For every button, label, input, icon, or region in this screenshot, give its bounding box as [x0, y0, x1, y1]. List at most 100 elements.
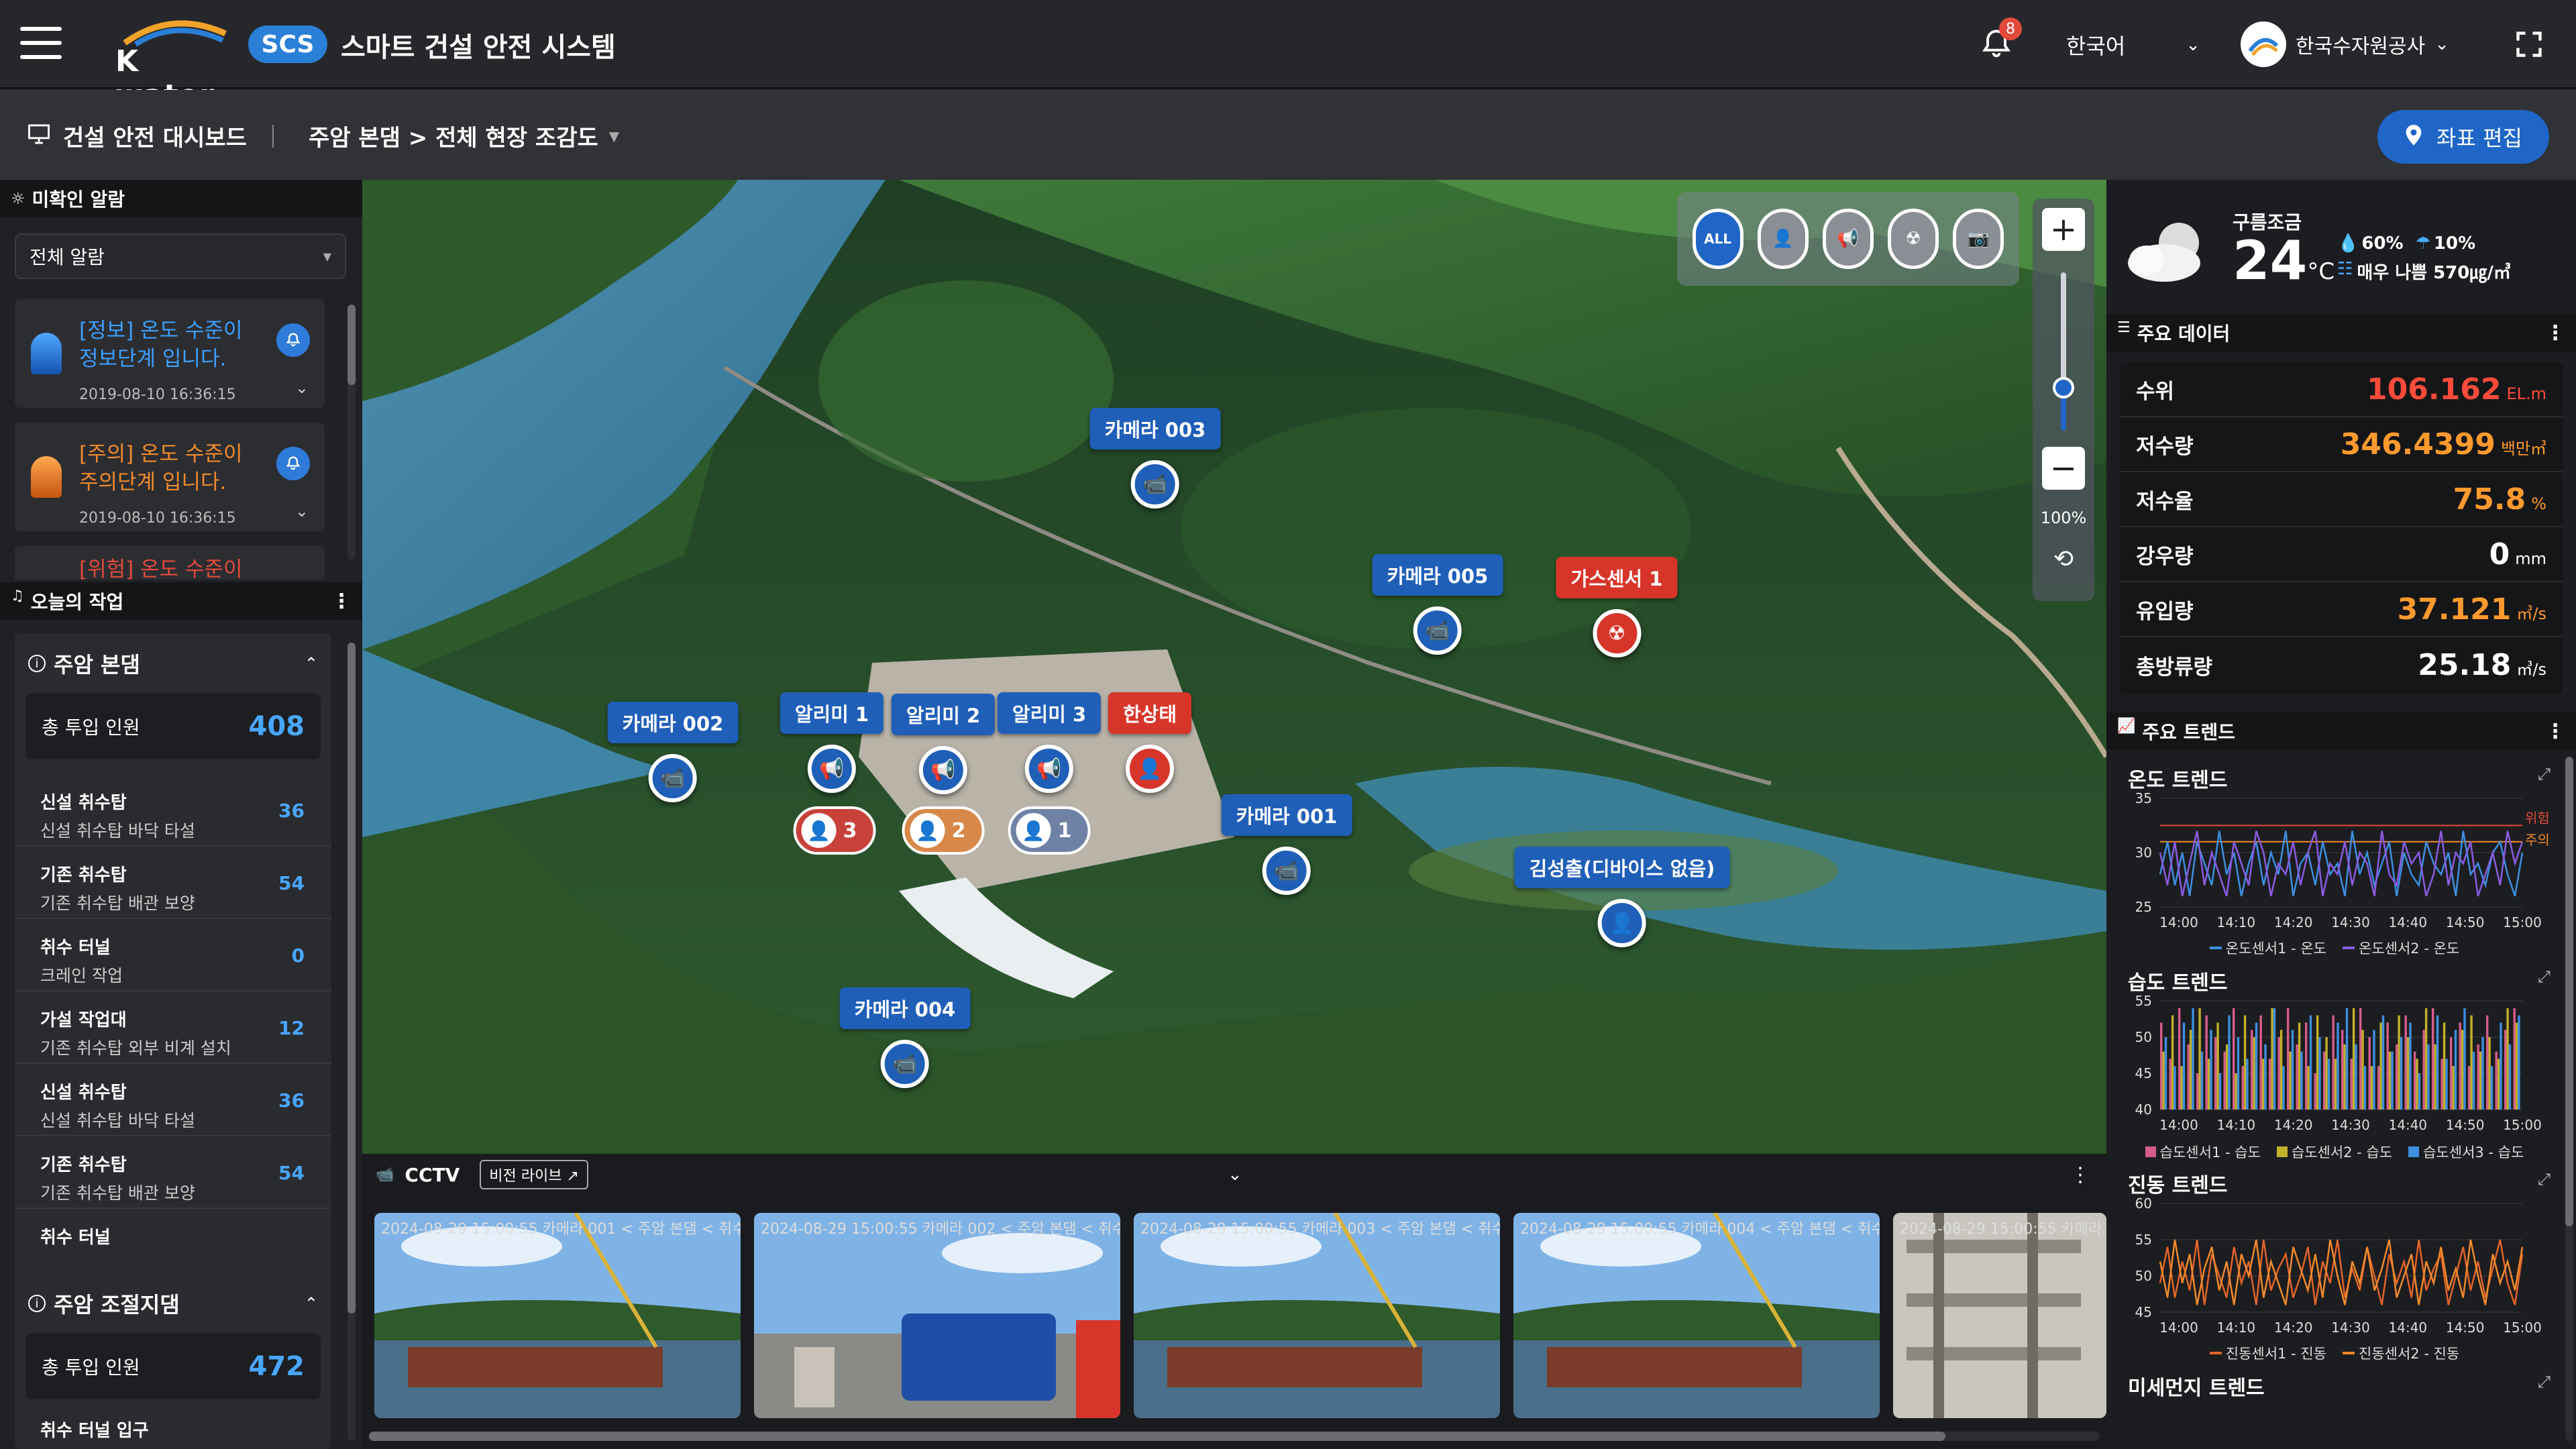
- filter-camera-icon[interactable]: 📷: [1953, 209, 2004, 269]
- tasks-scrollbar[interactable]: [347, 643, 356, 1441]
- data-unit: EL.m: [2506, 384, 2546, 403]
- alarm-item[interactable]: [위험] 온도 수준이: [15, 546, 325, 580]
- rain-chance: 10%: [2433, 233, 2476, 254]
- site-aerial-map[interactable]: ALL 👤 📢 ☢ 📷 + − 100% ⟲ 카메라 003 📹 카메라 005…: [362, 180, 2106, 1154]
- right-scrollbar[interactable]: [2565, 757, 2573, 1441]
- bar: [2325, 1037, 2328, 1110]
- worker-count: 2: [951, 818, 966, 843]
- camera-pin[interactable]: 카메라 001 📹: [1221, 794, 1352, 895]
- zoom-out-button[interactable]: −: [2042, 447, 2085, 490]
- cctv-thumbnail[interactable]: 2024-08-29 15:00:55 카메라 005 < 주암 본댐: [1893, 1213, 2106, 1418]
- alarm-text: [위험] 온도 수준이: [79, 557, 243, 580]
- reset-view-icon[interactable]: ⟲: [2050, 546, 2077, 573]
- task-row[interactable]: 신설 취수탑 신설 취수탑 바닥 타설 36: [15, 774, 331, 847]
- task-row[interactable]: 기존 취수탑 기존 취수탑 배관 보양 54: [15, 1136, 331, 1209]
- bell-icon[interactable]: [276, 323, 310, 357]
- legend-label: 진동센서2 - 진동: [2359, 1346, 2460, 1362]
- fullscreen-icon[interactable]: [2514, 30, 2544, 59]
- camera-icon: 📹: [880, 1040, 929, 1088]
- filter-person-icon[interactable]: 👤: [1757, 209, 1809, 269]
- expand-icon[interactable]: ⤢: [2538, 1373, 2551, 1391]
- task-row[interactable]: 신설 취수탑 신설 취수탑 바닥 타설 36: [15, 1064, 331, 1136]
- cctv-thumbnail[interactable]: 2024-08-29 15:00:55 카메라 002 < 주암 본댐 < 취수…: [754, 1213, 1120, 1418]
- alarm-scrollbar[interactable]: [347, 305, 356, 559]
- cctv-caption: 2024-08-29 15:00:55 카메라 004 < 주암 본댐 < 취수…: [1520, 1221, 1880, 1238]
- expand-icon[interactable]: ⤢: [2538, 967, 2551, 986]
- collapse-chevron-icon[interactable]: ⌄: [1228, 1165, 1242, 1185]
- dashboard-icon: [27, 123, 51, 145]
- task-group-name: 주암 본댐: [54, 652, 140, 678]
- legend-swatch: [2343, 947, 2355, 949]
- task-row[interactable]: 취수 터널: [15, 1209, 331, 1249]
- worker-pin[interactable]: 김성출(디바이스 없음) 👤: [1514, 847, 1730, 947]
- task-row[interactable]: 기존 취수탑 기존 취수탑 배관 보양 54: [15, 847, 331, 919]
- task-group-header[interactable]: i 주암 조절지댐 ⌃: [15, 1273, 331, 1334]
- task-row[interactable]: 취수 터널 크레인 작업 0: [15, 919, 331, 991]
- alarm-filter-select[interactable]: 전체 알람 ▼: [15, 233, 346, 279]
- alarm-device-pin[interactable]: 알리미 1 📢: [780, 692, 884, 793]
- bar: [2164, 1037, 2167, 1110]
- chevron-down-icon[interactable]: ⌄: [295, 502, 309, 521]
- x-tick-label: 14:10: [2217, 1117, 2256, 1133]
- alarm-device-pin[interactable]: 알리미 3 📢: [997, 692, 1102, 793]
- cctv-thumbnail[interactable]: 2024-08-29 15:00:55 카메라 001 < 주암 본댐 < 취수…: [374, 1213, 741, 1418]
- bar: [2398, 1015, 2400, 1110]
- more-vert-icon[interactable]: ⋮: [2070, 1163, 2090, 1187]
- cctv-thumbnail[interactable]: 2024-08-29 15:00:55 카메라 003 < 주암 본댐 < 취수…: [1134, 1213, 1500, 1418]
- alarm-device-pin[interactable]: 알리미 2 📢: [891, 694, 996, 794]
- trends-title: 주요 트렌드: [2142, 721, 2235, 743]
- bar: [2277, 1037, 2280, 1110]
- worker-pin[interactable]: 한상태 👤: [1108, 692, 1192, 793]
- task-desc: 크레인 작업: [40, 966, 123, 985]
- worker-count-badge[interactable]: 👤 1: [1008, 806, 1091, 855]
- more-vert-icon[interactable]: ⋮: [2545, 321, 2565, 345]
- more-vert-icon[interactable]: ⋮: [2545, 720, 2565, 743]
- bar: [2432, 1008, 2434, 1110]
- camera-icon: 📹: [1262, 847, 1311, 895]
- gas-sensor-pin[interactable]: 가스센서 1 ☢: [1556, 557, 1678, 657]
- edit-coordinates-button[interactable]: 좌표 편집: [2377, 110, 2549, 164]
- alarm-item[interactable]: [주의] 온도 수준이 주의단계 입니다. 2019-08-10 16:36:1…: [15, 423, 325, 531]
- camera-pin[interactable]: 카메라 005 📹: [1372, 554, 1503, 655]
- task-row[interactable]: 가설 작업대 기존 취수탑 외부 비계 설치 12: [15, 991, 331, 1064]
- filter-all-button[interactable]: ALL: [1692, 209, 1743, 269]
- worker-count-badge[interactable]: 👤 3: [793, 806, 876, 855]
- chevron-down-icon[interactable]: ⌄: [295, 378, 309, 397]
- bar: [2479, 1051, 2482, 1110]
- zoom-slider[interactable]: [2053, 272, 2074, 431]
- expand-icon[interactable]: ⤢: [2538, 765, 2551, 784]
- camera-pin[interactable]: 카메라 002 📹: [607, 702, 739, 802]
- org-menu[interactable]: 한국수자원공사 ⌄: [2241, 20, 2475, 68]
- camera-pin[interactable]: 카메라 003 📹: [1089, 408, 1221, 508]
- camera-pin[interactable]: 카메라 004 📹: [839, 987, 971, 1088]
- bar: [2196, 1073, 2199, 1110]
- hamburger-menu-icon[interactable]: [20, 27, 62, 59]
- bar: [2445, 1059, 2448, 1110]
- filter-gas-sensor-icon[interactable]: ☢: [1888, 209, 1939, 269]
- bar: [2271, 1008, 2273, 1110]
- alarm-item[interactable]: [정보] 온도 수준이 정보단계 입니다. 2019-08-10 16:36:1…: [15, 299, 325, 408]
- vision-live-button[interactable]: 비전 라이브 ↗: [480, 1160, 588, 1189]
- expand-icon[interactable]: ⤢: [2538, 1170, 2551, 1189]
- cctv-scrollbar[interactable]: [369, 1432, 2100, 1441]
- data-row: 강우량 0 mm: [2120, 527, 2563, 582]
- zoom-in-button[interactable]: +: [2042, 208, 2085, 251]
- kwater-logo: K water: [111, 13, 239, 113]
- worker-count-badge[interactable]: 👤 2: [902, 806, 985, 855]
- zoom-slider-handle[interactable]: [2053, 377, 2074, 398]
- language-select[interactable]: 한국어 ⌄: [2066, 28, 2200, 62]
- task-icon: ♫: [11, 588, 24, 604]
- filter-speaker-icon[interactable]: 📢: [1822, 209, 1874, 269]
- task-row[interactable]: 취수 터널 입구: [15, 1399, 331, 1442]
- data-key: 유입량: [2136, 599, 2194, 624]
- more-vert-icon[interactable]: ⋮: [331, 590, 352, 613]
- cctv-caption: 2024-08-29 15:00:55 카메라 001 < 주암 본댐 < 취수…: [381, 1221, 741, 1238]
- partly-cloudy-icon: [2121, 213, 2215, 287]
- notification-bell-icon[interactable]: 8: [1979, 17, 2022, 62]
- task-group-header[interactable]: i 주암 본댐 ⌃: [15, 633, 331, 694]
- bar: [2282, 1066, 2285, 1110]
- bell-icon[interactable]: [276, 447, 310, 480]
- bar: [2307, 1066, 2310, 1110]
- cctv-thumbnail[interactable]: 2024-08-29 15:00:55 카메라 004 < 주암 본댐 < 취수…: [1513, 1213, 1880, 1418]
- breadcrumb[interactable]: 주암 본댐 > 전체 현장 조감도 ▼: [309, 119, 619, 152]
